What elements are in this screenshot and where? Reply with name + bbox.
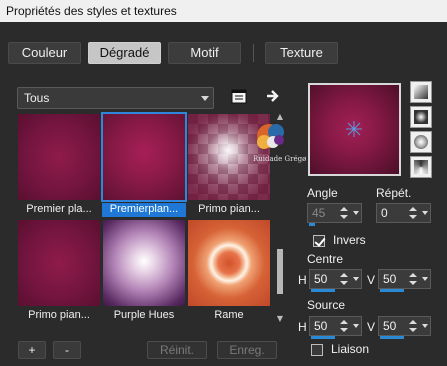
gradient-tile-label: Premier pla... [26, 203, 92, 215]
chevron-down-icon[interactable] [422, 211, 428, 215]
tab-bar: Couleur Dégradé Motif Texture [0, 32, 447, 72]
gradient-tile[interactable]: Primo pian... [17, 219, 101, 323]
source-label: Source [307, 298, 346, 312]
chevron-down-icon[interactable] [422, 277, 428, 281]
gradient-preview[interactable] [308, 83, 401, 176]
gradient-tile[interactable]: Premier pla... [17, 113, 101, 217]
center-label: Centre [307, 252, 344, 266]
gradient-tile[interactable]: Rame [187, 219, 271, 323]
category-dropdown-value: Tous [24, 91, 50, 105]
gradient-swatch [18, 220, 100, 306]
chevron-down-icon[interactable] [353, 277, 359, 281]
center-v-value: 50 [383, 272, 397, 286]
angle-slider-bar[interactable] [309, 223, 315, 226]
library-view-icon[interactable] [229, 87, 249, 107]
link-checkbox[interactable] [311, 344, 323, 356]
gradient-swatch [188, 220, 270, 306]
spin-arrows-icon[interactable] [408, 272, 418, 286]
category-dropdown[interactable]: Tous [17, 87, 214, 109]
spin-arrows-icon[interactable] [339, 272, 349, 286]
angle-spinbox[interactable]: 45 [307, 203, 362, 226]
gradient-tile-label: Premierplan... [102, 203, 186, 217]
gradient-tile-label: Primo pian... [28, 309, 90, 321]
center-h-label: H [298, 273, 307, 287]
center-v-spinbox[interactable]: 50 [378, 269, 431, 292]
source-h-value: 50 [314, 319, 328, 333]
center-h-value: 50 [314, 272, 328, 286]
linear-gradient-button[interactable] [410, 81, 432, 103]
chevron-down-icon[interactable] [353, 324, 359, 328]
angle-label: Angle [307, 186, 338, 200]
save-button[interactable]: Enreg. [217, 341, 277, 359]
invert-label: Invers [333, 233, 366, 247]
tab-couleur[interactable]: Couleur [8, 42, 81, 64]
spin-arrows-icon[interactable] [339, 206, 349, 220]
source-v-label: V [367, 320, 376, 334]
tab-separator [253, 44, 254, 62]
center-h-spinbox[interactable]: 50 [309, 269, 362, 292]
gradient-tile[interactable]: Purple Hues [102, 219, 186, 323]
gradient-swatch [103, 220, 185, 306]
chevron-down-icon [201, 96, 209, 101]
tab-motif[interactable]: Motif [168, 42, 241, 64]
repeat-label: Répét. [376, 186, 412, 200]
watermark-text: Ruidade Grégø [253, 155, 307, 163]
reset-button[interactable]: Réinit. [147, 341, 207, 359]
source-v-spinbox[interactable]: 50 [378, 316, 431, 339]
gradient-center-crosshair-icon[interactable] [310, 85, 399, 174]
spin-arrows-icon[interactable] [408, 206, 418, 220]
gradient-tile-label: Rame [214, 309, 244, 321]
remove-gradient-button[interactable]: - [53, 341, 81, 359]
scroll-down-icon[interactable]: ▼ [276, 315, 284, 323]
tab-texture[interactable]: Texture [265, 42, 338, 64]
center-h-slider-bar[interactable] [311, 289, 335, 292]
center-v-label: V [367, 273, 376, 287]
chevron-down-icon[interactable] [353, 211, 359, 215]
repeat-value: 0 [381, 206, 388, 220]
window-title: Propriétés des styles et textures [0, 0, 447, 22]
scrollbar-thumb[interactable] [277, 249, 283, 294]
source-v-value: 50 [383, 319, 397, 333]
source-h-slider-bar[interactable] [311, 336, 335, 339]
gradient-tile-label: Primo pian... [198, 203, 260, 215]
sunburst-gradient-icon [414, 135, 428, 149]
gradient-swatch [18, 114, 100, 200]
linear-gradient-icon [414, 85, 428, 99]
arrow-right-icon[interactable] [263, 86, 283, 106]
rectangular-gradient-icon [414, 110, 428, 124]
source-v-slider-bar[interactable] [380, 336, 404, 339]
tab-degrade[interactable]: Dégradé [88, 42, 161, 64]
source-h-spinbox[interactable]: 50 [309, 316, 362, 339]
source-h-label: H [298, 320, 307, 334]
link-label: Liaison [331, 342, 370, 356]
invert-checkbox[interactable] [313, 235, 325, 247]
radial-gradient-button[interactable] [410, 156, 432, 178]
gradient-tile[interactable]: Premierplan... [101, 112, 187, 217]
center-v-slider-bar[interactable] [380, 289, 404, 292]
gradient-swatch [101, 112, 187, 202]
repeat-spinbox[interactable]: 0 [376, 203, 431, 223]
angle-value: 45 [312, 206, 326, 220]
rectangular-gradient-button[interactable] [410, 106, 432, 128]
chevron-down-icon[interactable] [422, 324, 428, 328]
spin-arrows-icon[interactable] [408, 319, 418, 333]
radial-gradient-icon [414, 160, 428, 174]
gradient-tile-label: Purple Hues [113, 309, 175, 321]
spin-arrows-icon[interactable] [339, 319, 349, 333]
gradient-library-grid: Premier pla... Premierplan... Primo pian… [17, 112, 273, 325]
add-gradient-button[interactable]: + [18, 341, 46, 359]
sunburst-gradient-button[interactable] [410, 131, 432, 153]
